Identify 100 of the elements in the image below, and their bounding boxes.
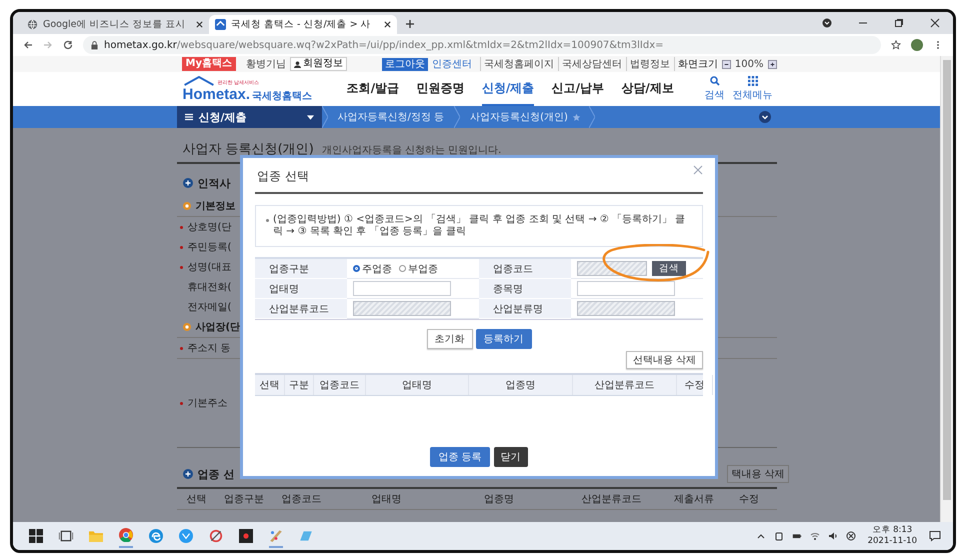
zoom-label: 화면크기 (674, 57, 718, 71)
zoom-in-icon[interactable] (768, 60, 776, 68)
field-label: 휴대전화( (188, 281, 232, 294)
plus-icon[interactable] (405, 19, 415, 29)
page-subtitle: 개인사업자등록을 신청하는 민원입니다. (322, 144, 502, 157)
form-label: 업종구분 (269, 262, 309, 276)
form-label: 산업분류명 (493, 302, 543, 316)
cert-center-link[interactable]: 인증센터 (432, 57, 472, 71)
category-dropdown[interactable]: 신청/제출 (176, 106, 322, 128)
bullet-icon (182, 323, 190, 331)
column-header: 산업분류코드 (580, 493, 642, 507)
register-button[interactable]: 업종 등록 (430, 447, 490, 467)
delete-button[interactable]: 택내용 삭제 (727, 465, 788, 483)
search-icon (710, 76, 720, 86)
column-header: 업종코드 (314, 375, 366, 395)
wifi-icon[interactable] (810, 531, 820, 541)
chevron-icon (322, 106, 328, 128)
column-header: 선택 (186, 493, 208, 507)
form-label: 업종코드 (493, 262, 533, 276)
reset-button[interactable]: 초기화 (426, 329, 472, 349)
restore-icon[interactable] (894, 18, 904, 28)
avatar[interactable] (911, 39, 923, 51)
close-button[interactable]: 닫기 (494, 447, 528, 467)
delete-button[interactable]: 선택내용 삭제 (626, 351, 703, 369)
star-icon[interactable] (891, 40, 901, 50)
group-title: 기본정보 (196, 200, 236, 213)
chevron-icon (454, 106, 460, 128)
radio-option[interactable]: 부업종 (399, 262, 438, 276)
caret-icon (306, 114, 314, 120)
browser-tab[interactable]: 국세청 홈택스 - 신청/제출 > 사 (209, 15, 397, 34)
plus-circle-icon (182, 469, 192, 479)
close-icon[interactable] (930, 18, 940, 28)
clock-time[interactable]: 오후 8:13 (872, 525, 912, 536)
column-header: 산업분류코드 (573, 375, 677, 395)
back-icon[interactable] (23, 40, 33, 50)
bullet-icon (182, 202, 190, 210)
column-header: 제출서류 (673, 493, 715, 507)
main-menu-item[interactable]: 신고/납부 (552, 72, 604, 106)
close-icon[interactable] (196, 21, 203, 28)
instructions-text: (업종입력방법) ① <업종코드>의 「검색」 클릭 후 업종 조회 및 선택 → ② 「등록하기」 클릭 → ③ 목록 확인 후 「업종 등록」을 클릭 (273, 214, 686, 238)
lock-icon (91, 40, 98, 50)
section-title: 인적사 (198, 176, 230, 190)
add-button[interactable]: 등록하기 (476, 329, 532, 349)
search-button[interactable]: 검색 (704, 76, 724, 102)
close-icon[interactable] (384, 21, 391, 28)
input-field[interactable] (577, 281, 675, 296)
browser-tab[interactable]: Google에 비즈니스 정보를 표시 (21, 15, 209, 34)
member-info-button[interactable]: 회원정보 (290, 57, 347, 71)
form-label: 종목명 (493, 282, 523, 296)
app-tray-icon[interactable] (774, 531, 784, 541)
field-label: 주민등록( (188, 241, 232, 254)
column-header: 구분 (285, 375, 314, 395)
top-link[interactable]: 법령정보 (626, 57, 670, 71)
form-label: 업태명 (269, 282, 299, 296)
volume-icon[interactable] (828, 531, 838, 541)
all-menu-button[interactable]: 전체메뉴 (732, 76, 772, 102)
plus-circle-icon (182, 178, 192, 188)
page-title: 사업자 등록신청(개인) (182, 141, 314, 158)
logout-button[interactable]: 로그아웃 (382, 58, 428, 70)
dialog-title: 업종 선택 (256, 168, 309, 184)
field-label: 기본주소 (188, 397, 228, 410)
star-icon[interactable] (572, 112, 581, 122)
breadcrumb-item[interactable]: 사업자등록신청(개인) (470, 110, 568, 124)
radio-option[interactable]: 주업종 (353, 262, 392, 276)
field-label: 주소지 동 (188, 342, 231, 355)
input-field[interactable] (353, 281, 451, 296)
grid-icon (748, 76, 758, 86)
field-label: 전자메일( (188, 301, 232, 314)
globe-icon (27, 19, 38, 30)
main-menu-item[interactable]: 조회/발급 (346, 72, 400, 106)
expand-icon[interactable] (758, 111, 770, 123)
field-label: 성명(대표 (188, 261, 232, 274)
column-header: 업종구분 (223, 493, 265, 507)
scrollbar[interactable] (940, 56, 953, 522)
group-title: 사업장(단 (196, 321, 240, 334)
my-hometax-button[interactable]: My홈택스 (182, 57, 236, 71)
zoom-value: 100% (734, 58, 764, 70)
main-menu-item[interactable]: 상담/제보 (621, 72, 674, 106)
zoom-out-icon[interactable] (722, 60, 731, 68)
column-header: 선택 (255, 375, 285, 395)
section-title: 업종 선 (198, 466, 234, 482)
user-name: 황병기님 (246, 58, 286, 71)
column-header: 업태명 (370, 493, 402, 507)
notification-icon[interactable] (929, 530, 941, 542)
breadcrumb-item[interactable]: 사업자등록신청/정정 등 (338, 110, 444, 124)
site-icon (215, 19, 226, 30)
column-header: 업종코드 (280, 493, 322, 507)
person-icon (294, 60, 301, 68)
menu-icon (184, 113, 192, 121)
main-menu-item[interactable]: 민원증명 (416, 72, 464, 106)
column-header: 수정 (677, 375, 713, 395)
reload-icon[interactable] (63, 40, 73, 50)
top-link[interactable]: 국세상담센터 (558, 57, 622, 71)
column-header: 업태명 (366, 375, 469, 395)
top-link[interactable]: 국세청홈페이지 (480, 57, 554, 71)
field-label: 상호명(단 (188, 221, 232, 234)
address-field[interactable]: hometax.go.kr/websquare/websquare.wq?w2xPath=/ui/pp/index_pp.xml&tmIdx=2&tm2lIdx=100907&tm3lIdx= (83, 36, 881, 54)
clock-date[interactable]: 2021-11-10 (868, 536, 917, 547)
column-header: 업종명 (469, 375, 573, 395)
column-header: 수정 (738, 493, 760, 507)
